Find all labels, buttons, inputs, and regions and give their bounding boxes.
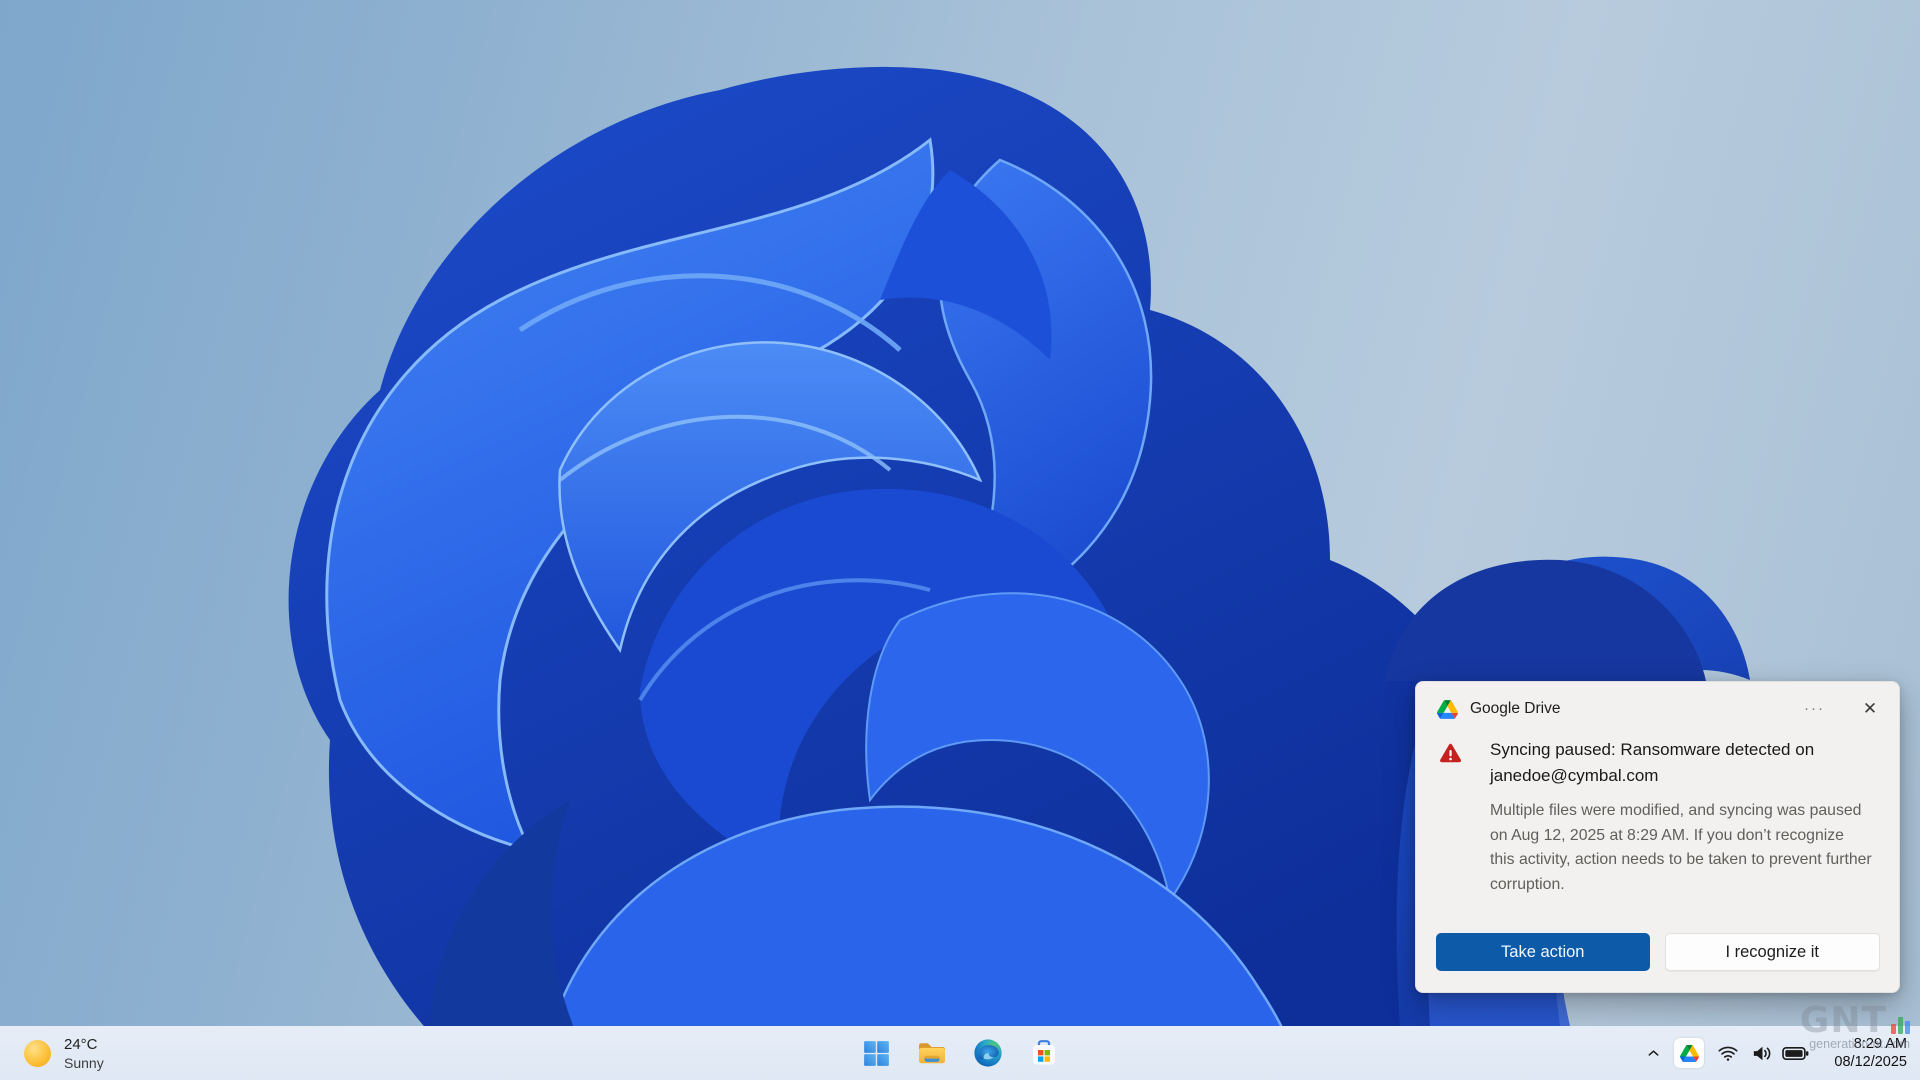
clock-time: 8:29 AM bbox=[1819, 1035, 1907, 1054]
google-drive-tray-button[interactable] bbox=[1674, 1038, 1704, 1068]
taskbar-clock[interactable]: 8:29 AM 08/12/2025 bbox=[1819, 1035, 1907, 1072]
more-options-icon[interactable]: ··· bbox=[1804, 704, 1825, 714]
file-explorer-icon bbox=[917, 1040, 947, 1066]
notification-actions: Take action I recognize it bbox=[1436, 933, 1880, 971]
clock-date: 08/12/2025 bbox=[1819, 1053, 1907, 1072]
notification-header: Google Drive ··· ✕ bbox=[1437, 697, 1883, 721]
taskbar-center-icons bbox=[856, 1026, 1064, 1080]
battery-icon bbox=[1782, 1046, 1809, 1061]
weather-condition: Sunny bbox=[64, 1054, 104, 1072]
file-explorer-button[interactable] bbox=[912, 1033, 952, 1073]
chevron-up-icon bbox=[1646, 1046, 1661, 1061]
google-drive-notification: Google Drive ··· ✕ Syncing paused: Ranso… bbox=[1415, 681, 1900, 993]
weather-temperature: 24°C bbox=[64, 1035, 104, 1054]
volume-button[interactable] bbox=[1746, 1042, 1776, 1065]
edge-icon bbox=[973, 1038, 1003, 1068]
microsoft-store-button[interactable] bbox=[1024, 1033, 1064, 1073]
taskbar: 24°C Sunny bbox=[0, 1026, 1920, 1080]
tray-overflow-button[interactable] bbox=[1640, 1046, 1666, 1061]
weather-widget[interactable]: 24°C Sunny bbox=[14, 1026, 114, 1080]
start-button[interactable] bbox=[856, 1033, 896, 1073]
recognize-button[interactable]: I recognize it bbox=[1665, 933, 1881, 971]
notification-body: Multiple files were modified, and syncin… bbox=[1490, 799, 1872, 897]
notification-texts: Syncing paused: Ransomware detected on j… bbox=[1490, 737, 1872, 897]
weather-texts: 24°C Sunny bbox=[64, 1035, 104, 1072]
take-action-button[interactable]: Take action bbox=[1436, 933, 1650, 971]
close-icon[interactable]: ✕ bbox=[1857, 697, 1883, 721]
google-drive-icon bbox=[1437, 700, 1458, 719]
desktop: Google Drive ··· ✕ Syncing paused: Ranso… bbox=[0, 0, 1920, 1080]
volume-icon bbox=[1750, 1042, 1773, 1065]
start-icon bbox=[863, 1040, 890, 1067]
google-drive-tray-icon bbox=[1680, 1045, 1699, 1062]
warning-triangle-icon bbox=[1437, 741, 1464, 766]
edge-button[interactable] bbox=[968, 1033, 1008, 1073]
notification-title: Syncing paused: Ransomware detected on j… bbox=[1490, 737, 1872, 788]
battery-button[interactable] bbox=[1779, 1046, 1811, 1061]
system-tray: 8:29 AM 08/12/2025 bbox=[1640, 1026, 1920, 1080]
wifi-button[interactable] bbox=[1713, 1042, 1743, 1064]
wifi-icon bbox=[1717, 1042, 1739, 1064]
microsoft-store-icon bbox=[1030, 1039, 1058, 1067]
notification-content: Syncing paused: Ransomware detected on j… bbox=[1437, 737, 1881, 897]
notification-app-name: Google Drive bbox=[1470, 700, 1560, 718]
sun-icon bbox=[24, 1040, 51, 1067]
